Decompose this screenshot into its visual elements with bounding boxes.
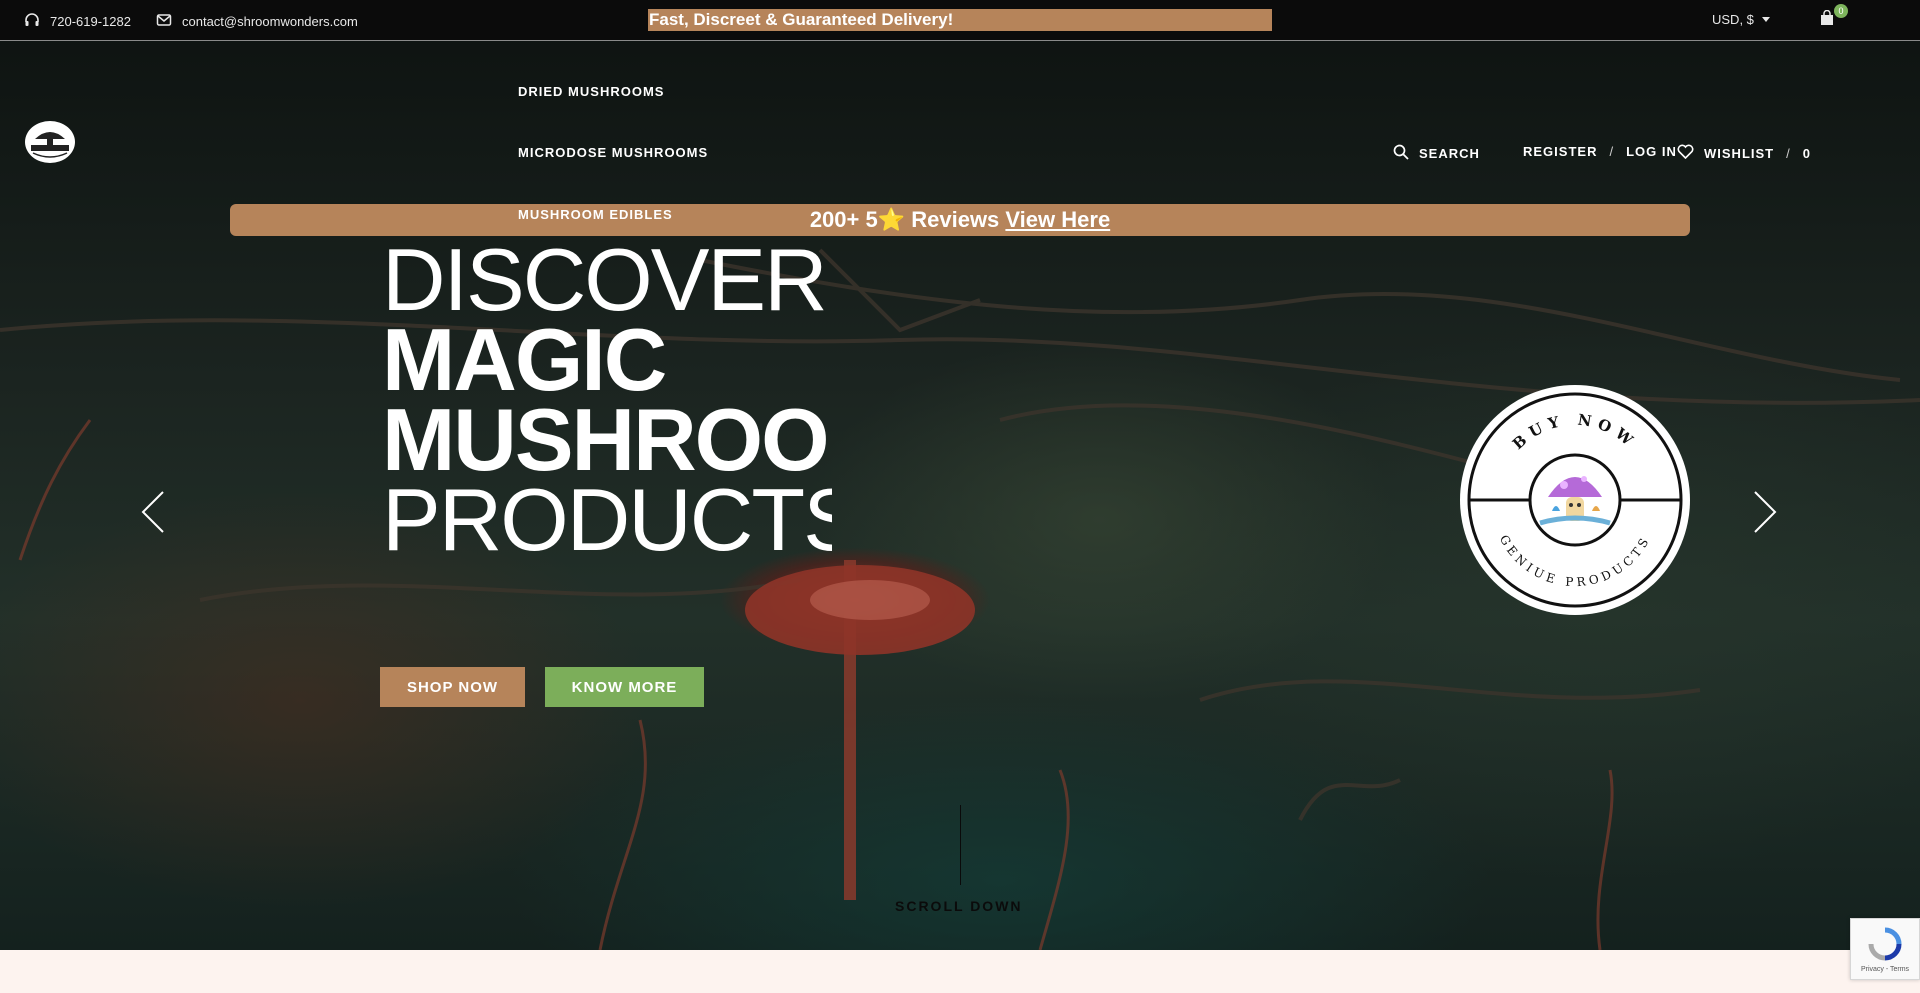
headline-line-4: PRODUCTS	[382, 470, 832, 561]
nav-mushroom-edibles[interactable]: MUSHROOM EDIBLES	[518, 207, 673, 222]
divider-slash: /	[1786, 145, 1791, 161]
chevron-right-icon	[1754, 491, 1777, 533]
next-section-strip	[0, 950, 1920, 993]
heart-icon	[1677, 144, 1694, 162]
site-logo[interactable]	[25, 121, 75, 163]
wishlist-label: WISHLIST	[1704, 145, 1775, 161]
wishlist-count: 0	[1802, 145, 1811, 161]
scroll-indicator-line	[960, 805, 961, 885]
recaptcha-icon	[1868, 927, 1902, 960]
reviews-count: 200+ 5	[809, 207, 878, 232]
reviews-word: Reviews	[905, 207, 1006, 232]
reviews-bar: 200+ 5⭐ Reviews View Here	[230, 204, 1690, 236]
search-button[interactable]: SEARCH	[1393, 144, 1480, 163]
slider-prev-button[interactable]	[140, 490, 166, 539]
cart-button[interactable]: 0	[1820, 4, 1848, 29]
email-contact[interactable]: contact@shroomwonders.com	[156, 12, 358, 31]
login-link[interactable]: LOG IN	[1626, 144, 1677, 159]
headline-line-3: MUSHROOMS	[382, 390, 832, 489]
divider-slash: /	[1609, 144, 1615, 159]
mail-icon	[156, 12, 172, 31]
shopping-bag-icon	[1820, 9, 1834, 29]
phone-contact[interactable]: 720-619-1282	[24, 12, 131, 31]
slider-next-button[interactable]	[1752, 490, 1778, 539]
know-more-button[interactable]: KNOW MORE	[545, 667, 704, 707]
buy-now-badge[interactable]: BUY NOW GENIUE PRODUCTS	[1460, 385, 1690, 615]
register-link[interactable]: REGISTER	[1523, 144, 1597, 159]
mushroom-logo-icon	[31, 132, 69, 158]
star-icon: ⭐	[877, 207, 906, 232]
scroll-down-label[interactable]: SCROLL DOWN	[895, 898, 1023, 914]
recaptcha-badge[interactable]: Privacy - Terms	[1850, 918, 1920, 980]
email-address: contact@shroomwonders.com	[182, 14, 358, 29]
nav-dried-mushrooms[interactable]: DRIED MUSHROOMS	[518, 84, 664, 99]
headset-icon	[24, 12, 40, 31]
phone-number: 720-619-1282	[50, 14, 131, 29]
recaptcha-links[interactable]: Privacy - Terms	[1861, 966, 1909, 973]
shop-now-button[interactable]: SHOP NOW	[380, 667, 525, 707]
top-bar: 720-619-1282 contact@shroomwonders.com F…	[0, 0, 1920, 41]
wishlist-button[interactable]: WISHLIST / 0	[1677, 144, 1811, 162]
hero-headline: DISCOVER MAGIC MUSHROOMS PRODUCTS	[382, 240, 832, 560]
currency-selector[interactable]: USD, $	[1712, 12, 1770, 27]
headline-line-1: DISCOVER	[382, 240, 828, 329]
search-icon	[1393, 144, 1409, 163]
account-links: REGISTER / LOG IN	[1523, 144, 1677, 159]
view-reviews-link[interactable]: View Here	[1005, 207, 1110, 232]
nav-microdose-mushrooms[interactable]: MICRODOSE MUSHROOMS	[518, 145, 708, 160]
cart-count-badge: 0	[1834, 4, 1848, 18]
chevron-left-icon	[141, 491, 164, 533]
promo-banner: Fast, Discreet & Guaranteed Delivery!	[648, 9, 1272, 31]
search-label: SEARCH	[1419, 146, 1480, 161]
chevron-down-icon	[1761, 17, 1770, 22]
currency-label: USD, $	[1712, 12, 1754, 27]
headline-line-2: MAGIC	[382, 310, 667, 409]
